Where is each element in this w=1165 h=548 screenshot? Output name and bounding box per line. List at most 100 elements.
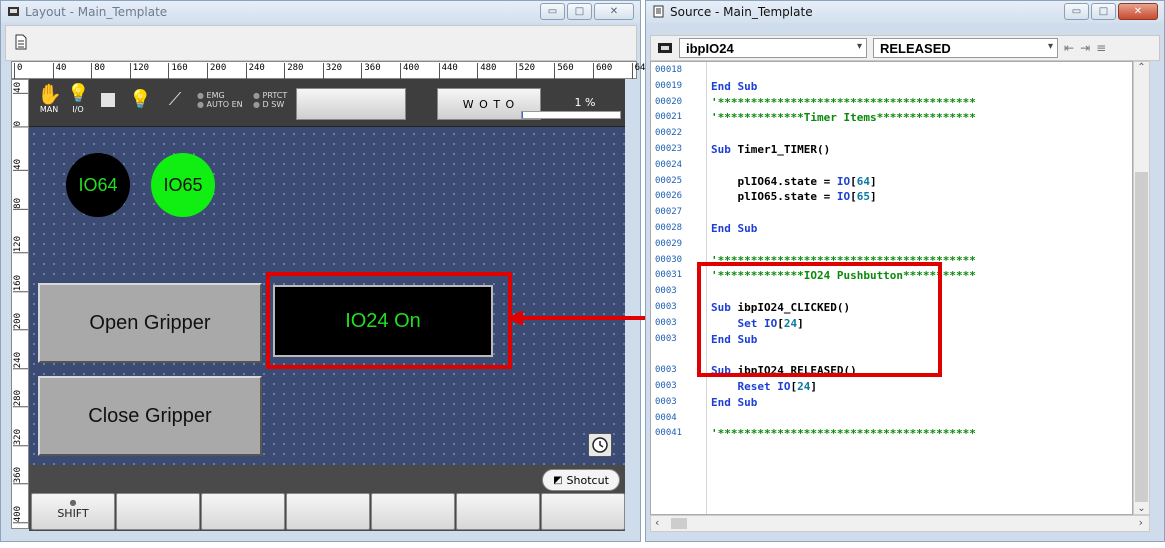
vertical-ruler: 40 0 40 80 120 160 200 240 280 320 360 400 (11, 79, 29, 529)
indent-icon[interactable]: ⇥ (1080, 41, 1090, 55)
ruler-h-tick: 400 (400, 63, 419, 79)
ruler-h-tick: 600 (593, 63, 612, 79)
line-number: 00027 (655, 207, 683, 218)
line-number: 00029 (655, 238, 683, 249)
io-bulb-icon[interactable]: 💡 I/O (67, 83, 89, 114)
ruler-h-tick: 0 (14, 63, 22, 79)
line-number: 0004 (655, 412, 677, 423)
code-line[interactable]: plIO64.state = IO[64] (711, 175, 876, 188)
code-line[interactable]: plIO65.state = IO[65] (711, 190, 876, 203)
progress-bar (521, 111, 621, 119)
source-minimize-button[interactable]: ▭ (1064, 3, 1089, 20)
line-number: 00022 (655, 128, 683, 139)
minimize-button[interactable]: ▭ (540, 3, 565, 20)
hscroll-thumb[interactable] (671, 518, 687, 529)
man-hand-icon[interactable]: ✋ MAN (37, 83, 62, 114)
ruler-h-tick: 360 (361, 63, 381, 79)
io24-pushbutton[interactable]: IO24 On (273, 285, 493, 357)
code-line[interactable]: '*************************************** (711, 427, 976, 440)
ruler-h-tick: 280 (284, 63, 303, 79)
ruler-v-tick: 80 (13, 197, 28, 210)
line-number: 00024 (655, 159, 683, 170)
code-line[interactable]: '*************************************** (711, 96, 976, 109)
line-number: 00020 (655, 96, 683, 107)
horizontal-scrollbar[interactable]: ‹ › (650, 515, 1150, 532)
event-combo[interactable]: RELEASED ▾ (873, 38, 1058, 58)
object-combo[interactable]: ibpIO24 ▾ (679, 38, 867, 58)
line-number: 00041 (655, 428, 683, 439)
source-window-icon (653, 5, 664, 18)
edit-icon: ◩ (553, 474, 563, 486)
function-key-2[interactable] (201, 493, 285, 530)
source-title-bar: Source - Main_Template ▭ □ ✕ (646, 1, 1164, 23)
layout-title-bar: Layout - Main_Template ▭ □ ✕ (1, 1, 640, 23)
shift-key[interactable]: ● SHIFT (31, 493, 115, 530)
line-number: 00023 (655, 144, 683, 154)
emg-indicator: ● EMG ● AUTO EN (197, 91, 243, 109)
scroll-thumb[interactable] (1135, 172, 1148, 502)
code-line[interactable]: '*************Timer Items*************** (711, 111, 976, 124)
line-number: 00018 (655, 65, 683, 75)
line-number: 00025 (655, 175, 683, 186)
function-key-4[interactable] (371, 493, 455, 530)
function-key-6[interactable] (541, 493, 625, 530)
layout-toolbar (5, 25, 637, 61)
source-toolbar: ibpIO24 ▾ RELEASED ▾ ⇤ ⇥ ≡ (650, 35, 1160, 61)
code-line[interactable]: End Sub (711, 222, 757, 235)
ruler-h-tick: 440 (438, 63, 458, 79)
scroll-down-icon[interactable]: ⌄ (1134, 503, 1149, 514)
shortcut-button[interactable]: ◩ Shotcut (542, 469, 620, 491)
ruler-v-tick: 40 (13, 159, 28, 171)
line-number: 00021 (655, 112, 683, 123)
source-close-button[interactable]: ✕ (1118, 3, 1158, 20)
wrench-icon[interactable]: ⟋ (165, 89, 185, 110)
ruler-h-tick: 560 (554, 63, 574, 79)
lamp-icon[interactable]: 💡 (129, 89, 151, 110)
ruler-h-tick: 520 (515, 63, 535, 79)
scroll-right-icon[interactable]: › (1139, 516, 1143, 529)
close-button[interactable]: ✕ (594, 3, 634, 20)
ruler-v-tick: 40 (13, 82, 28, 94)
scroll-up-icon[interactable]: ⌃ (1134, 62, 1149, 73)
ruler-h-tick: 80 (91, 63, 105, 79)
vertical-scrollbar[interactable]: ⌃ ⌄ (1133, 61, 1150, 515)
code-line[interactable]: End Sub (711, 80, 757, 93)
function-key-3[interactable] (286, 493, 370, 530)
arrow-head-left-icon (507, 310, 523, 326)
stop-square-icon[interactable] (101, 93, 115, 107)
ruler-h-tick: 320 (322, 63, 342, 79)
io65-lamp: IO65 (151, 153, 215, 217)
code-line[interactable]: Reset IO[24] (711, 380, 818, 393)
maximize-button[interactable]: □ (567, 3, 592, 20)
horizontal-ruler: 0 40 80 120 160 200 240 280 320 360 400 440 480 520 56… (11, 61, 645, 79)
blank-button[interactable] (296, 88, 406, 120)
source-window: Source - Main_Template ▭ □ ✕ ibpIO24 ▾ RE… (645, 0, 1165, 542)
code-line[interactable]: Sub Timer1_TIMER() (711, 143, 830, 156)
source-title: Source - Main_Template (670, 5, 813, 19)
clock-icon[interactable] (588, 433, 612, 457)
layout-window: Layout - Main_Template ▭ □ ✕ 0 40 80 120 160… (0, 0, 645, 542)
source-maximize-button[interactable]: □ (1091, 3, 1116, 20)
ruler-v-tick: 240 (13, 351, 28, 369)
function-key-5[interactable] (456, 493, 540, 530)
status-bar: ✋ MAN 💡 I/O 💡 ⟋ ● EMG ● AUTO EN ● PRTCT … (29, 79, 625, 127)
function-key-1[interactable] (116, 493, 200, 530)
ruler-v-tick: 160 (13, 274, 28, 292)
ruler-v-tick: 320 (13, 428, 28, 446)
document-icon[interactable] (14, 34, 28, 50)
list-icon[interactable]: ≡ (1096, 41, 1106, 55)
ruler-h-tick: 40 (52, 63, 66, 79)
line-number: 00019 (655, 80, 683, 91)
outdent-icon[interactable]: ⇤ (1064, 41, 1074, 55)
line-number: 0003 (655, 396, 677, 407)
open-gripper-button[interactable]: Open Gripper (38, 283, 262, 363)
code-highlight-box (697, 262, 942, 377)
ruler-v-tick: 200 (13, 313, 28, 331)
close-gripper-button[interactable]: Close Gripper (38, 376, 262, 456)
ruler-v-tick: 0 (13, 120, 28, 127)
code-line[interactable]: End Sub (711, 396, 757, 409)
scroll-left-icon[interactable]: ‹ (655, 516, 659, 529)
layout-title: Layout - Main_Template (25, 5, 168, 19)
progress-text: 1 % (574, 96, 596, 109)
ruler-v-tick: 120 (13, 236, 28, 254)
